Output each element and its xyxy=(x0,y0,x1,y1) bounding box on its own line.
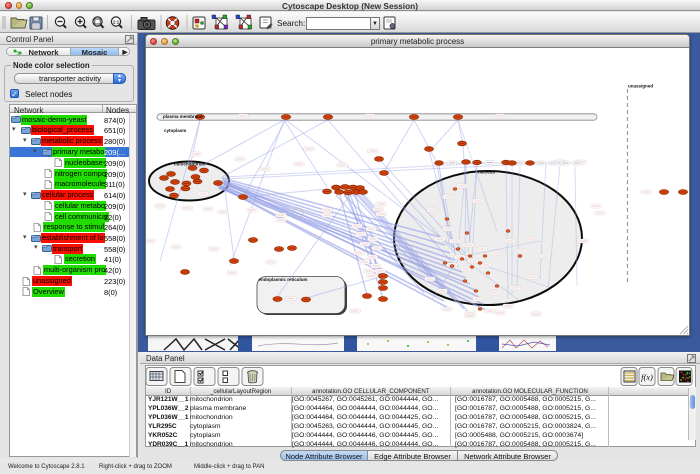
svg-text:nucleus: nucleus xyxy=(478,170,496,175)
svg-text:unassigned: unassigned xyxy=(628,84,653,89)
svg-text:endoplasmic reticulum: endoplasmic reticulum xyxy=(259,277,308,282)
svg-text:1:1: 1:1 xyxy=(113,20,120,25)
svg-text:plasma membrane: plasma membrane xyxy=(163,114,203,119)
svg-text:cytoplasm: cytoplasm xyxy=(164,128,186,133)
svg-text:f(x): f(x) xyxy=(641,372,653,382)
svg-text:mitochondrion: mitochondrion xyxy=(174,162,206,167)
